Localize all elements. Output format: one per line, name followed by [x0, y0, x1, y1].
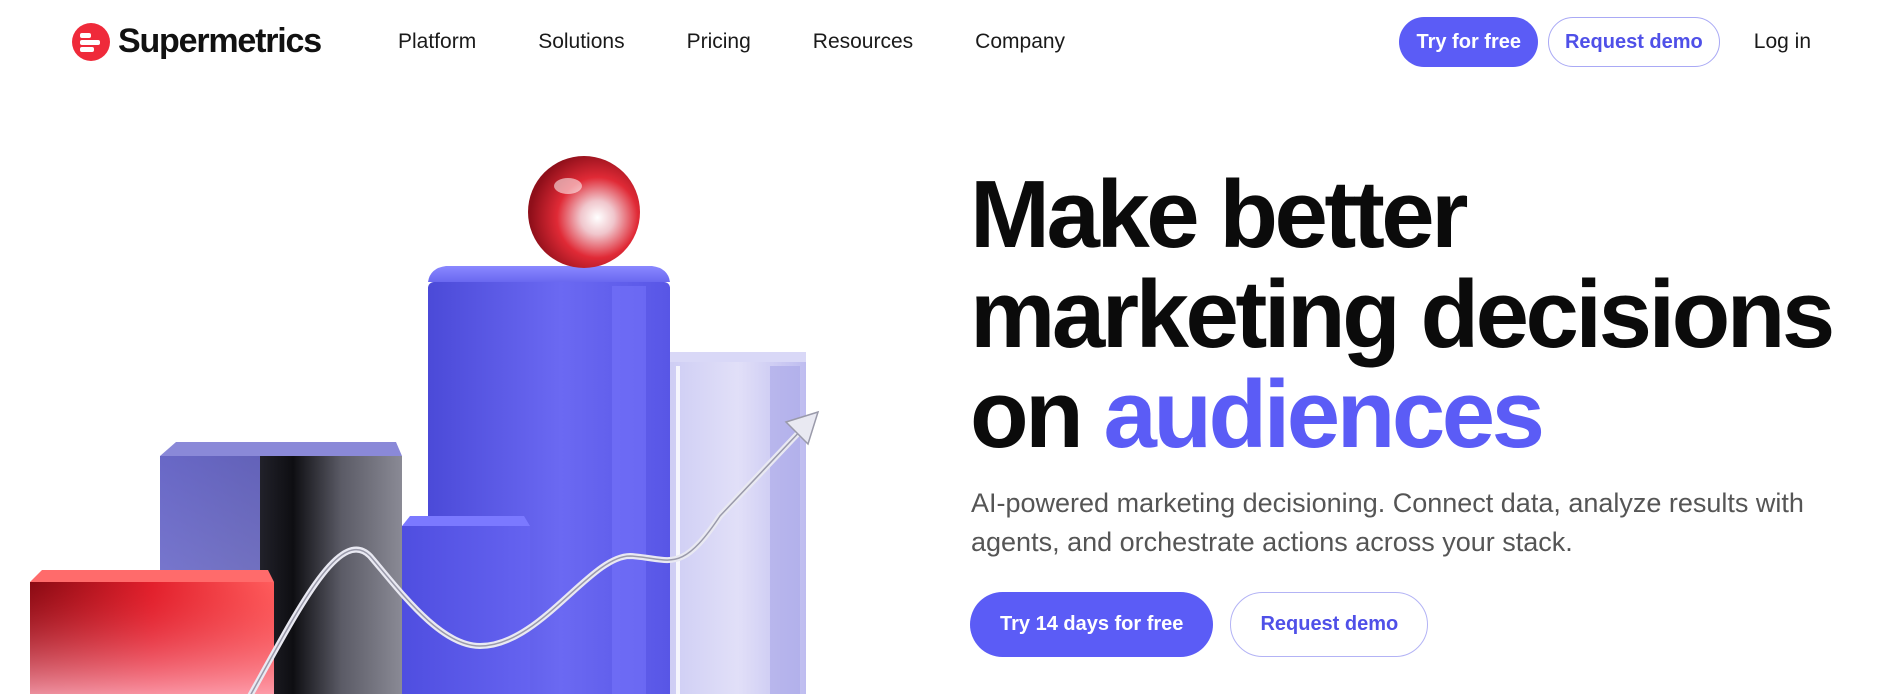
header-actions: Try for free Request demo Log in	[1399, 17, 1811, 67]
request-demo-button[interactable]: Request demo	[1230, 592, 1429, 657]
brand-name: Supermetrics	[118, 22, 322, 60]
hero-title-line1: Make better	[970, 161, 1469, 268]
3d-bar-chart-illustration	[30, 156, 820, 694]
site-header: Supermetrics Platform Solutions Pricing …	[0, 0, 1902, 86]
hero-subtitle: AI-powered marketing decisioning. Connec…	[971, 488, 1804, 557]
login-link[interactable]: Log in	[1754, 30, 1811, 54]
nav-item-pricing[interactable]: Pricing	[687, 30, 751, 54]
hero-title-accent: audiences	[1103, 361, 1545, 468]
nav-item-solutions[interactable]: Solutions	[538, 30, 624, 54]
hero-title-prefix: on	[970, 361, 1084, 468]
nav-item-company[interactable]: Company	[975, 30, 1065, 54]
supermetrics-logo-icon	[72, 22, 110, 61]
nav-item-resources[interactable]: Resources	[813, 30, 913, 54]
request-demo-header-button[interactable]: Request demo	[1547, 17, 1720, 67]
try-for-free-button[interactable]: Try for free	[1399, 17, 1538, 67]
brand-logo[interactable]: Supermetrics	[72, 22, 322, 61]
hero-actions: Try 14 days for free Request demo	[970, 592, 1429, 657]
red-sphere	[528, 156, 640, 268]
hero-title-line2: marketing decisions	[970, 261, 1835, 368]
try-14-days-button[interactable]: Try 14 days for free	[970, 592, 1214, 657]
hero-illustration	[0, 86, 900, 694]
main-nav: Platform Solutions Pricing Resources Com…	[398, 30, 1065, 54]
hero-title: Make better marketing decisions on audie…	[970, 165, 1870, 465]
nav-item-platform[interactable]: Platform	[398, 30, 476, 54]
